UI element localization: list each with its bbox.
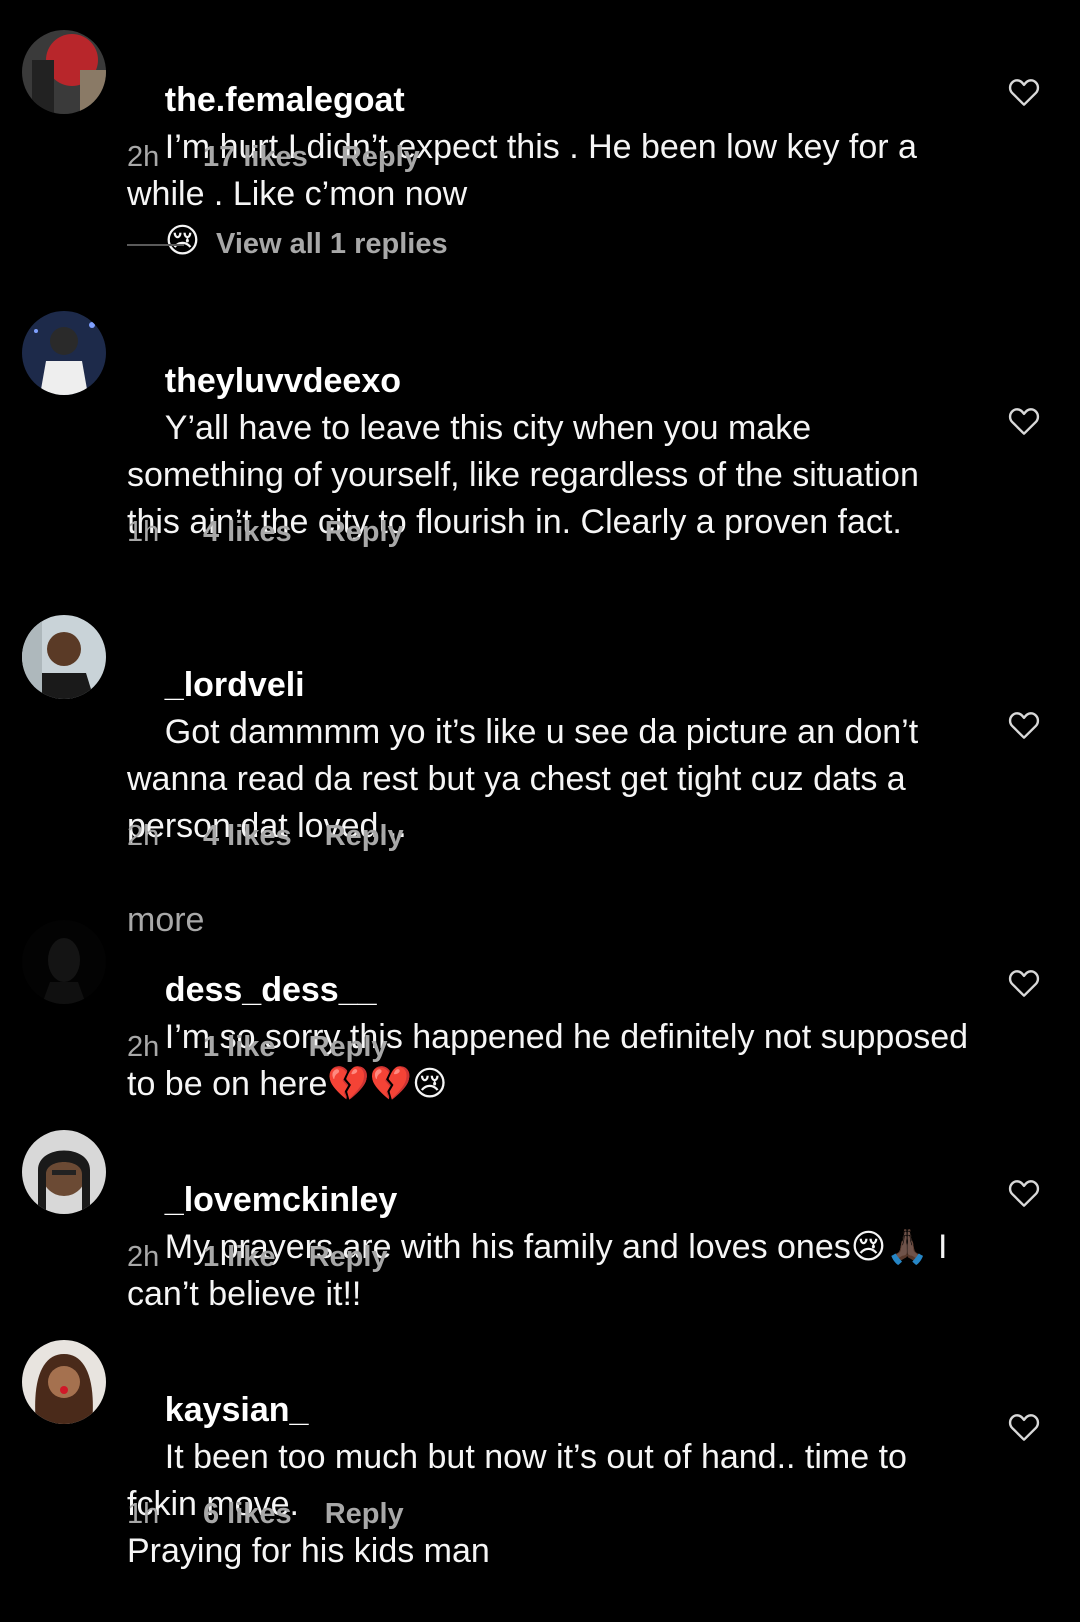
divider-line [127,243,184,246]
heart-icon[interactable] [1008,1178,1040,1208]
comment-username[interactable]: _lovemckinley [165,1181,397,1219]
broken-heart-emoji: 💔💔😢 [327,1065,448,1103]
comment-meta: 2h 4 likes Reply [127,819,404,853]
comment-likes[interactable]: 6 likes [203,1497,292,1531]
reply-button[interactable]: Reply [309,1240,388,1274]
heart-icon[interactable] [1008,406,1040,436]
view-replies-button[interactable]: View all 1 replies [127,228,448,261]
comment-likes[interactable]: 1 like [203,1240,276,1274]
reply-button[interactable]: Reply [341,140,420,174]
comment-likes[interactable]: 17 likes [203,140,308,174]
comment-time: 2h [127,1241,160,1273]
comment-time: 2h [127,141,160,173]
heart-icon[interactable] [1008,1412,1040,1442]
comment-text: theyluvvdeexo Y’all have to leave this c… [127,311,977,593]
comment-meta: 1h 6 likes Reply [127,1497,404,1531]
reply-button[interactable]: Reply [325,819,404,853]
heart-icon[interactable] [1008,77,1040,107]
comment-meta: 2h 1 like Reply [127,1030,388,1064]
comment-time: 2h [127,1031,160,1063]
comment-text: kaysian_ It been too much but now it’s o… [127,1340,977,1622]
comment-username[interactable]: kaysian_ [165,1391,309,1429]
comment-likes[interactable]: 4 likes [203,515,292,549]
avatar[interactable] [22,1130,106,1214]
comment-username[interactable]: the.femalegoat [165,81,405,119]
comment-username[interactable]: dess_dess__ [165,971,377,1009]
avatar[interactable] [22,920,106,1004]
heart-icon[interactable] [1008,968,1040,998]
comment-time: 2h [127,820,160,852]
comment-username[interactable]: _lordveli [165,666,305,704]
avatar[interactable] [22,311,106,395]
avatar[interactable] [22,1340,106,1424]
comment-time: 1h [127,1498,160,1530]
avatar[interactable] [22,30,106,114]
heart-icon[interactable] [1008,710,1040,740]
avatar[interactable] [22,615,106,699]
comment-time: 1h [127,516,160,548]
reply-button[interactable]: Reply [325,515,404,549]
crying-praying-emoji: 😢🙏🏿 [850,1228,929,1266]
comment-likes[interactable]: 4 likes [203,819,292,853]
comment-likes[interactable]: 1 like [203,1030,276,1064]
comment-meta: 2h 17 likes Reply [127,140,420,174]
comment-meta: 2h 1 like Reply [127,1240,388,1274]
comment-meta: 1h 4 likes Reply [127,515,404,549]
comment-username[interactable]: theyluvvdeexo [165,362,401,400]
view-replies-label: View all 1 replies [216,228,448,260]
reply-button[interactable]: Reply [325,1497,404,1531]
reply-button[interactable]: Reply [309,1030,388,1064]
